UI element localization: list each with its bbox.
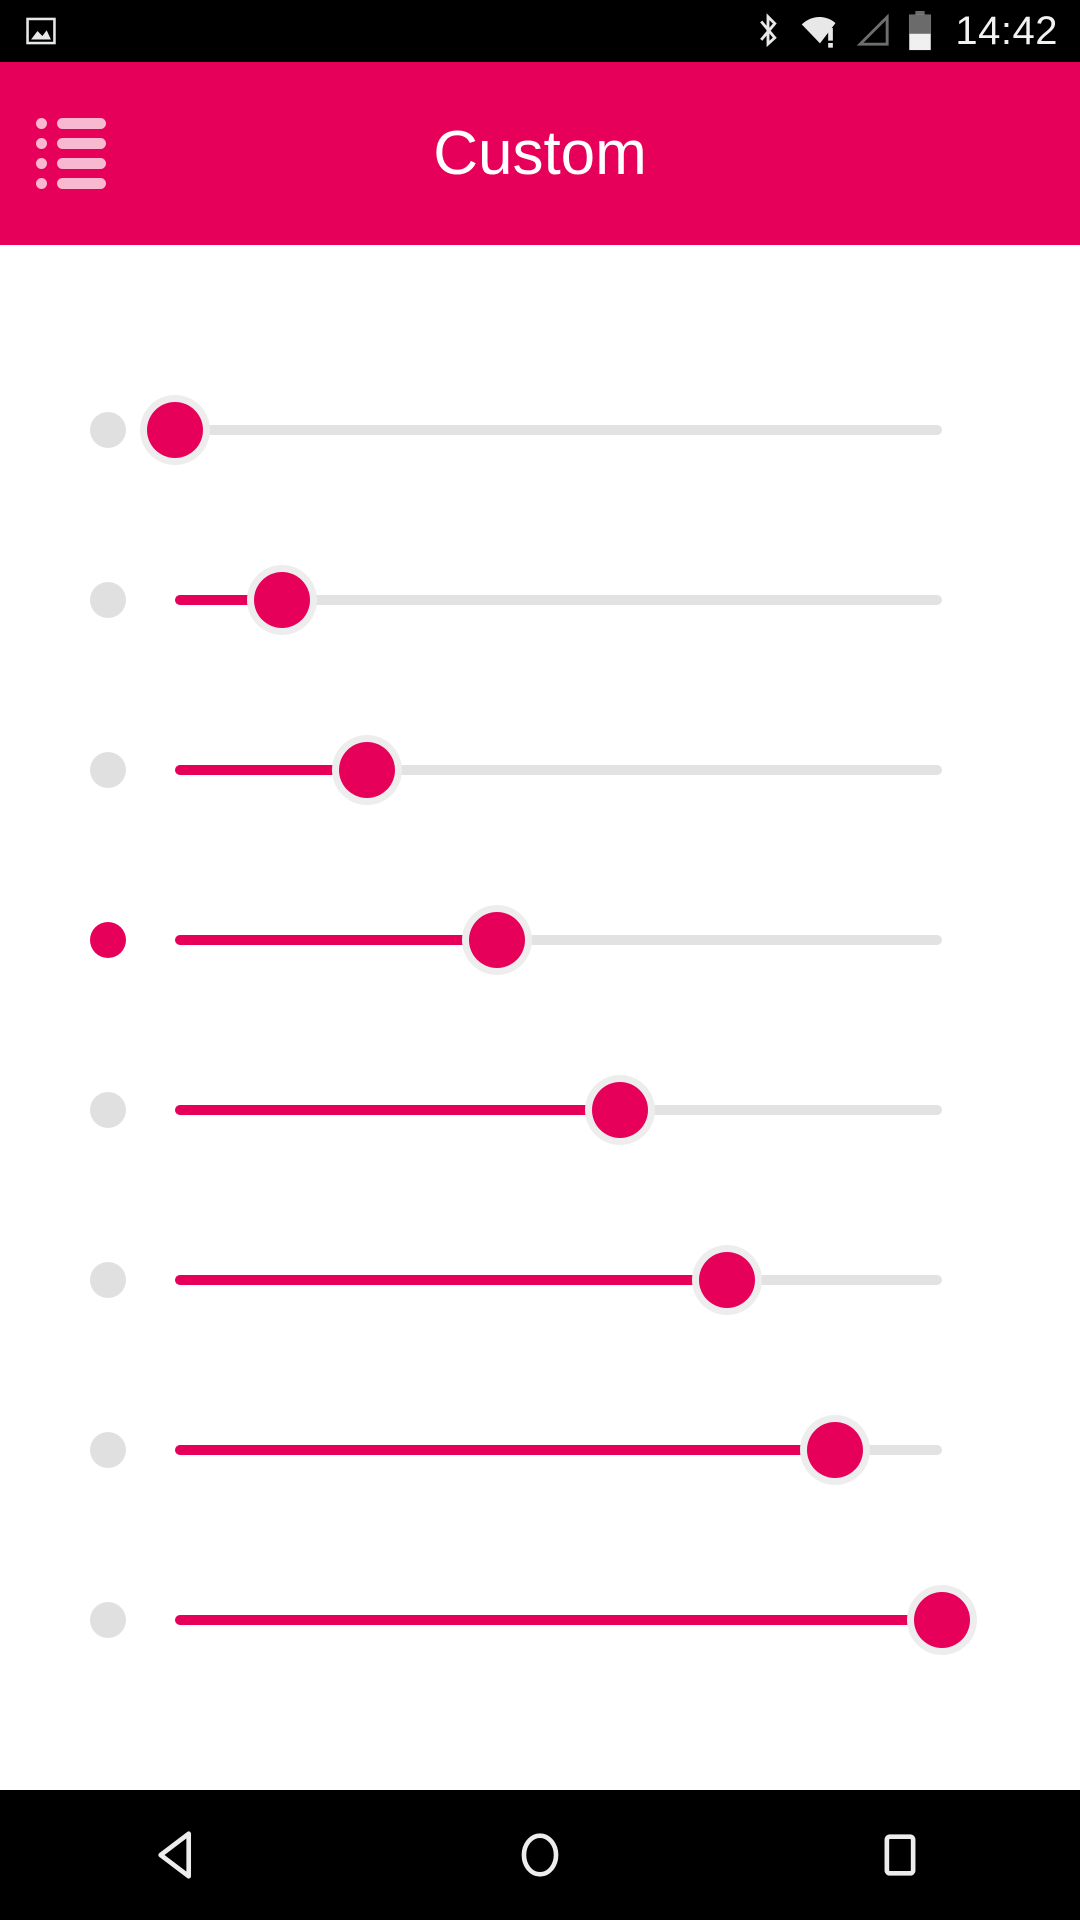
slider-row-indicator[interactable]	[90, 922, 126, 958]
slider-thumb[interactable]	[254, 572, 311, 628]
list-menu-icon-row	[36, 118, 106, 129]
slider-row[interactable]	[0, 685, 1080, 855]
battery-icon	[907, 11, 933, 51]
list-menu-bar	[57, 138, 106, 149]
photo-notification-icon	[24, 14, 58, 48]
slider-5[interactable]	[175, 1080, 942, 1140]
page-title: Custom	[433, 118, 647, 188]
slider-track[interactable]	[175, 425, 942, 435]
slider-track-fill	[175, 765, 367, 775]
slider-4[interactable]	[175, 910, 942, 970]
slider-thumb[interactable]	[914, 1592, 970, 1648]
list-menu-icon-row	[36, 178, 106, 189]
slider-row[interactable]	[0, 1365, 1080, 1535]
slider-row-indicator[interactable]	[90, 752, 126, 788]
slider-track-fill	[175, 1105, 620, 1115]
slider-list	[0, 345, 1080, 1705]
status-bar: 14:42	[0, 0, 1080, 62]
list-menu-bullet	[36, 158, 47, 169]
slider-3[interactable]	[175, 740, 942, 800]
navigation-bar	[0, 1790, 1080, 1920]
slider-row[interactable]	[0, 1195, 1080, 1365]
slider-track-fill	[175, 1275, 728, 1285]
status-system-area: 14:42	[751, 11, 1058, 51]
slider-thumb[interactable]	[591, 1082, 648, 1138]
list-menu-icon[interactable]	[32, 115, 110, 193]
list-menu-icon-row	[36, 138, 106, 149]
slider-thumb[interactable]	[806, 1422, 863, 1478]
list-menu-icon-row	[36, 158, 106, 169]
status-clock: 14:42	[955, 9, 1058, 53]
list-menu-bullet	[36, 178, 47, 189]
list-menu-bullet	[36, 118, 47, 129]
slider-row[interactable]	[0, 1025, 1080, 1195]
slider-thumb[interactable]	[469, 912, 526, 968]
list-menu-bar	[57, 178, 106, 189]
slider-8[interactable]	[175, 1590, 970, 1650]
slider-7[interactable]	[175, 1420, 942, 1480]
list-menu-bullet	[36, 138, 47, 149]
slider-row[interactable]	[0, 1535, 1080, 1705]
slider-track-fill	[175, 1615, 942, 1625]
slider-track-fill	[175, 935, 498, 945]
app-bar: Custom	[0, 62, 1080, 245]
slider-row[interactable]	[0, 345, 1080, 515]
list-menu-bar	[57, 118, 106, 129]
slider-thumb[interactable]	[147, 402, 203, 458]
slider-row-indicator[interactable]	[90, 1262, 126, 1298]
slider-1[interactable]	[147, 400, 942, 460]
slider-6[interactable]	[175, 1250, 942, 1310]
slider-track-fill	[175, 1445, 835, 1455]
slider-row[interactable]	[0, 515, 1080, 685]
slider-row-indicator[interactable]	[90, 1432, 126, 1468]
list-menu-bar	[57, 158, 106, 169]
cellular-signal-empty-icon	[855, 12, 893, 50]
slider-2[interactable]	[175, 570, 942, 630]
nav-recents-button[interactable]	[825, 1790, 975, 1920]
slider-row-indicator[interactable]	[90, 1602, 126, 1638]
slider-row-indicator[interactable]	[90, 582, 126, 618]
wifi-warning-icon	[799, 12, 841, 50]
slider-row-indicator[interactable]	[90, 1092, 126, 1128]
slider-thumb[interactable]	[338, 742, 395, 798]
nav-home-button[interactable]	[465, 1790, 615, 1920]
slider-row-indicator[interactable]	[90, 412, 126, 448]
content-area	[0, 245, 1080, 1790]
bluetooth-icon	[751, 12, 785, 50]
nav-back-button[interactable]	[105, 1790, 255, 1920]
status-notification-area	[24, 14, 58, 48]
slider-row[interactable]	[0, 855, 1080, 1025]
slider-thumb[interactable]	[699, 1252, 756, 1308]
